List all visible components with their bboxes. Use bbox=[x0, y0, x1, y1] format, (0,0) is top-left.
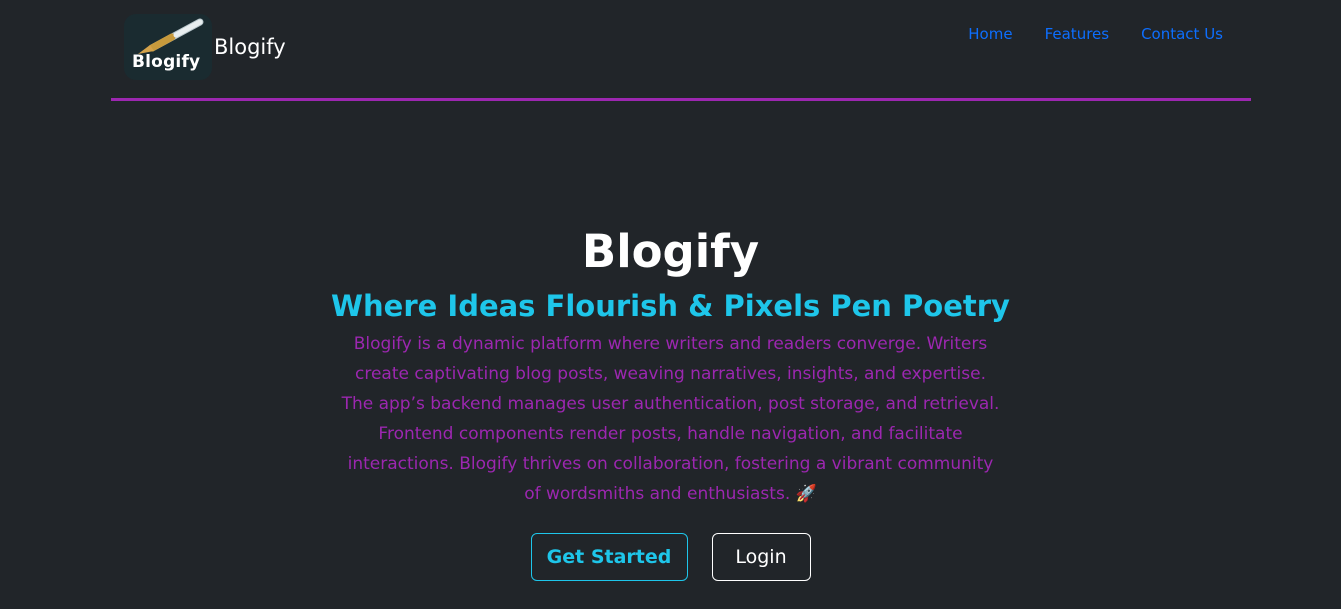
brand-name: Blogify bbox=[214, 35, 286, 59]
nav-link-features[interactable]: Features bbox=[1045, 25, 1110, 43]
logo: Blogify bbox=[124, 14, 212, 80]
login-button[interactable]: Login bbox=[711, 533, 811, 581]
logo-text: Blogify bbox=[132, 52, 201, 72]
get-started-button[interactable]: Get Started bbox=[530, 533, 688, 581]
nav-link-contact-us[interactable]: Contact Us bbox=[1141, 25, 1223, 43]
hero-description: Blogify is a dynamic platform where writ… bbox=[341, 334, 1000, 504]
hero-subtitle: Where Ideas Flourish & Pixels Pen Poetry bbox=[331, 289, 1010, 323]
hero-title: Blogify bbox=[581, 225, 760, 278]
main-nav: Home Features Contact Us bbox=[968, 25, 1223, 43]
site-header: Blogify Blogify Home Features Contact Us bbox=[111, 0, 1251, 101]
hero-section: Blogify Where Ideas Flourish & Pixels Pe… bbox=[0, 222, 1341, 581]
hero-actions: Get Started Login bbox=[0, 533, 1341, 581]
brand-link[interactable]: Blogify Blogify bbox=[124, 14, 286, 80]
nav-link-home[interactable]: Home bbox=[968, 25, 1012, 43]
